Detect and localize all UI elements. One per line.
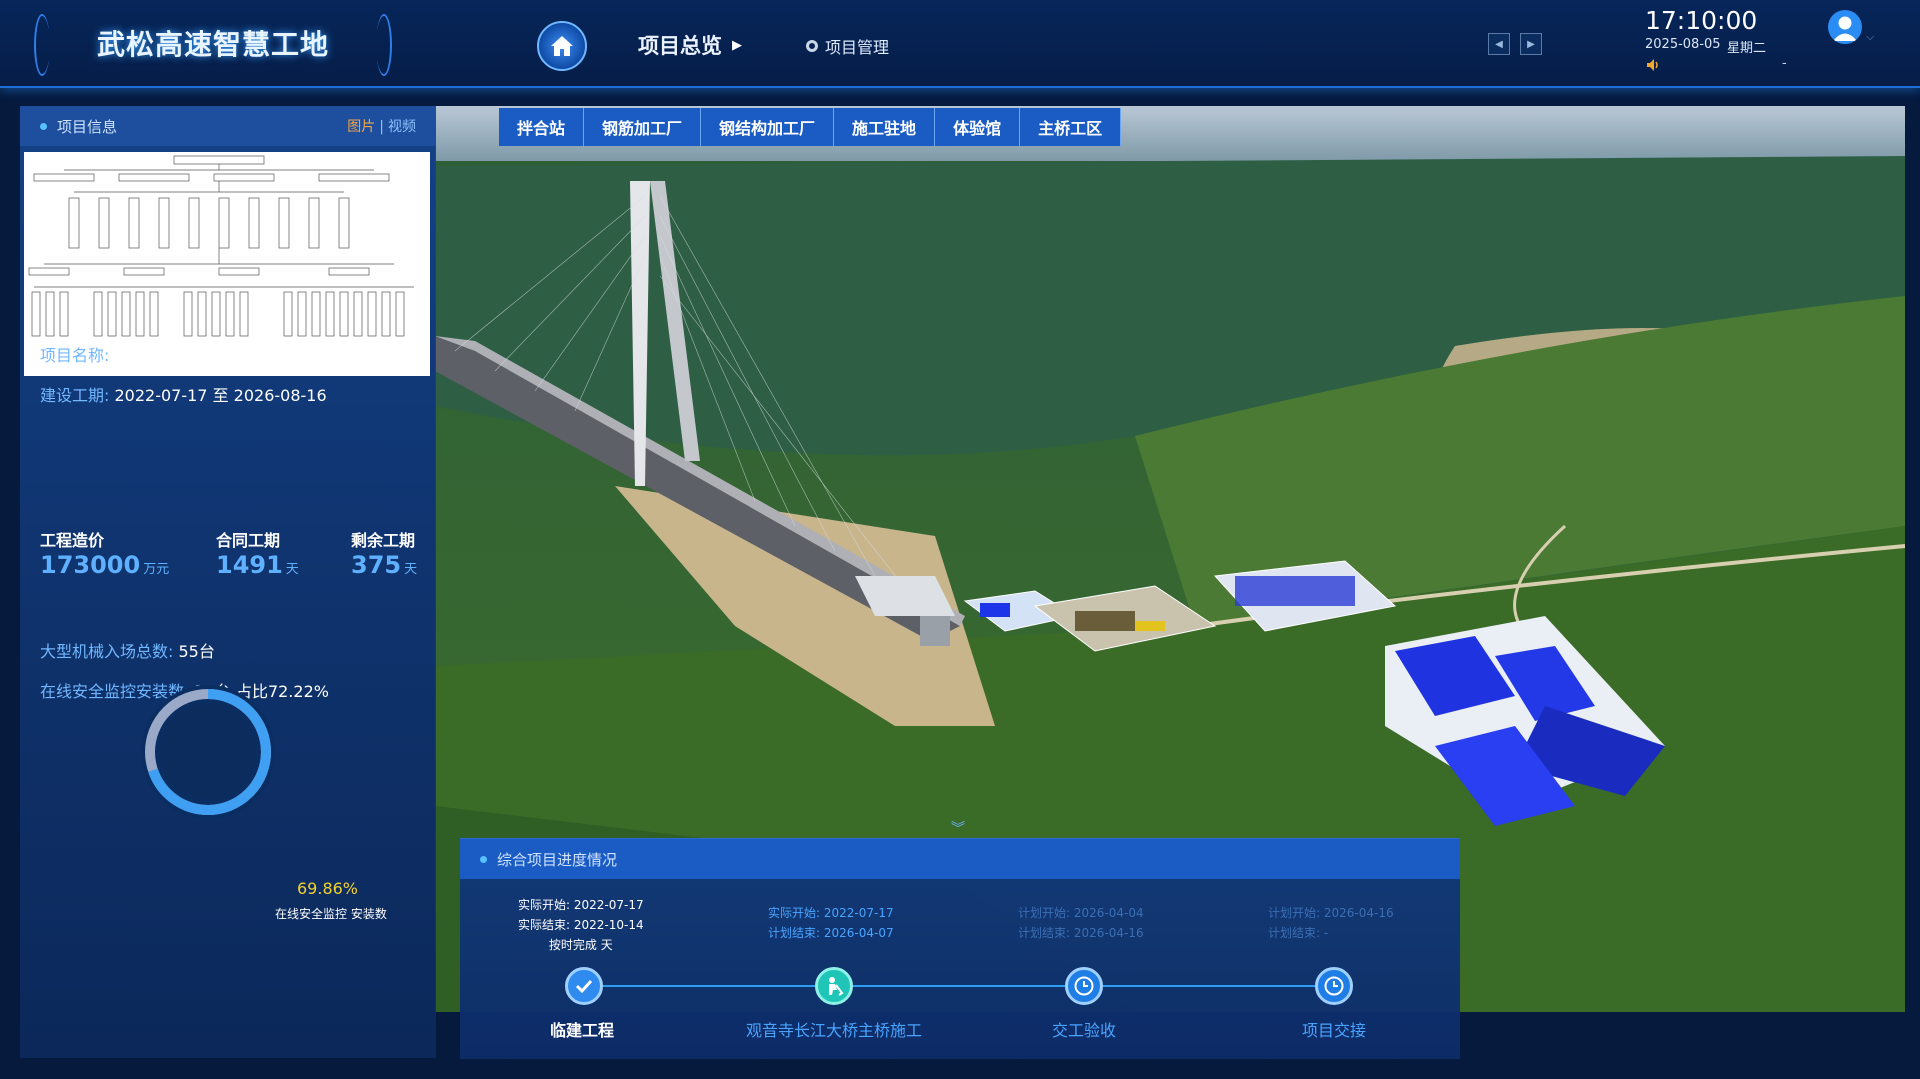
machines-row: 大型机械入场总数: 55台 (40, 638, 215, 662)
clock-weekday: 星期二 (1727, 41, 1767, 56)
stage-1-line-2: 实际结束: 2022-10-14 (518, 918, 644, 932)
stat-project-cost-label: 工程造价 (40, 531, 105, 550)
stage-4-node[interactable] (1315, 967, 1353, 1005)
stage-1-label: 临建工程 (550, 1021, 615, 1040)
stat-project-cost-value: 173000 (40, 551, 141, 579)
area-tabs: 拌合站 钢筋加工厂 钢结构加工厂 施工驻地 体验馆 主桥工区 (499, 108, 1122, 146)
machines-value: 55台 (178, 642, 215, 661)
nav-project-overview[interactable]: 项目总览 ▶ (638, 30, 742, 60)
stage-1-line-3: 按时完成 天 (548, 938, 613, 952)
stat-contract-period-unit: 天 (285, 562, 299, 577)
collapse-chevron-icon[interactable]: ︾ (951, 818, 965, 838)
clock-icon (1324, 976, 1344, 996)
clock-date: 2025-08-05 (1645, 37, 1721, 52)
checkmark-icon (575, 979, 593, 994)
tab-rebar-factory[interactable]: 钢筋加工厂 (584, 108, 702, 146)
stage-4-dates: 计划开始: 2026-04-16 计划结束: - (1268, 903, 1394, 943)
nav-project-overview-label: 项目总览 (638, 34, 722, 58)
project-info-header: 项目信息 图片 | 视频 (20, 106, 436, 146)
tab-construction-camp[interactable]: 施工驻地 (834, 108, 936, 146)
media-image-link[interactable]: 图片 (347, 119, 375, 135)
tab-mixing-station[interactable]: 拌合站 (499, 108, 585, 146)
tab-steel-structure-factory[interactable]: 钢结构加工厂 (701, 108, 835, 146)
stat-project-cost-unit: 万元 (143, 562, 170, 577)
nav-project-manage[interactable]: 项目管理 (806, 34, 889, 58)
stage-1-dates: 实际开始: 2022-07-17 实际结束: 2022-10-14 按时完成 天 (518, 895, 644, 955)
clock-icon (1074, 976, 1094, 996)
bullet-dot-icon (480, 855, 487, 863)
progress-title: 综合项目进度情况 (497, 850, 618, 869)
project-name-row: 项目名称: 武松高速智慧工地 (40, 342, 243, 366)
stat-remaining-period-unit: 天 (404, 562, 418, 577)
nav-project-manage-label: 项目管理 (825, 38, 890, 57)
monitor-donut-chart (141, 685, 275, 819)
stage-4-label: 项目交接 (1302, 1021, 1367, 1040)
top-header: 武松高速智慧工地 项目总览 ▶ 项目管理 ◀ ▶ 17:10:00 2025-0… (0, 0, 1920, 88)
app-title-frame: 武松高速智慧工地 (28, 8, 398, 78)
prev-button[interactable]: ◀ (1488, 33, 1510, 55)
project-period-value: 2022-07-17 至 2026-08-16 (114, 386, 327, 405)
tab-experience-hall[interactable]: 体验馆 (935, 108, 1021, 146)
stat-project-cost: 工程造价 173000 万元 (40, 527, 169, 579)
machines-label: 大型机械入场总数: (40, 642, 174, 661)
stat-remaining-period: 剩余工期 375 天 (351, 527, 417, 579)
stat-contract-period-value: 1491 (216, 551, 283, 579)
stat-remaining-period-value: 375 (351, 551, 402, 579)
user-avatar[interactable] (1828, 10, 1862, 44)
stage-4-line-2: 计划结束: - (1268, 926, 1329, 940)
stage-2-line-2: 计划结束: 2026-04-07 (768, 926, 894, 940)
clock-time: 17:10:00 (1645, 6, 1758, 35)
stage-4-line-1: 计划开始: 2026-04-16 (1268, 906, 1394, 920)
stat-contract-period: 合同工期 1491 天 (216, 527, 299, 579)
worker-digging-icon (829, 977, 844, 996)
stage-2-node[interactable] (815, 967, 853, 1005)
tab-main-bridge-area[interactable]: 主桥工区 (1020, 108, 1122, 146)
chevron-down-icon[interactable]: ⌵ (1866, 30, 1874, 44)
stage-1-line-1: 实际开始: 2022-07-17 (518, 898, 644, 912)
project-name-label: 项目名称: (40, 346, 110, 365)
stage-3-dates: 计划开始: 2026-04-04 计划结束: 2026-04-16 (1018, 903, 1144, 943)
radio-ring-icon (806, 40, 818, 52)
stage-3-line-1: 计划开始: 2026-04-04 (1018, 906, 1144, 920)
stat-remaining-period-label: 剩余工期 (351, 531, 416, 550)
stage-2-dates: 实际开始: 2022-07-17 计划结束: 2026-04-07 (768, 903, 894, 943)
stat-contract-period-label: 合同工期 (216, 531, 281, 550)
bullet-dot-icon (40, 122, 47, 130)
project-period-label: 建设工期: (40, 386, 110, 405)
status-dash: - (1782, 56, 1787, 71)
app-title: 武松高速智慧工地 (96, 28, 329, 61)
progress-header: 综合项目进度情况 (460, 839, 1460, 879)
arrow-right-icon: ▶ (1527, 38, 1535, 50)
media-separator: | (379, 119, 384, 135)
donut-percent: 69.86% (297, 879, 359, 898)
media-video-link[interactable]: 视频 (388, 119, 416, 135)
home-button[interactable] (537, 21, 587, 71)
stage-1-node[interactable] (565, 967, 603, 1005)
project-period-row: 建设工期: 2022-07-17 至 2026-08-16 (40, 382, 327, 406)
project-name-value: 武松高速智慧工地 (114, 346, 243, 365)
user-icon (1833, 16, 1857, 41)
stage-3-line-2: 计划结束: 2026-04-16 (1018, 926, 1144, 940)
speaker-icon[interactable] (1646, 58, 1662, 72)
caret-right-icon: ▶ (732, 37, 742, 53)
progress-panel: 综合项目进度情况 实际开始: 2022-07-17 实际结束: 2022-10-… (460, 838, 1460, 1059)
stage-2-line-1: 实际开始: 2022-07-17 (768, 906, 894, 920)
stage-2-label: 观音寺长江大桥主桥施工 (746, 1021, 923, 1040)
stage-3-node[interactable] (1065, 967, 1103, 1005)
next-button[interactable]: ▶ (1520, 33, 1542, 55)
home-icon (551, 36, 573, 56)
project-info-title: 项目信息 (57, 117, 118, 136)
donut-label: 在线安全监控 安装数 (275, 907, 387, 921)
progress-timeline (584, 985, 1336, 987)
arrow-left-icon: ◀ (1495, 38, 1503, 50)
media-switch: 图片 | 视频 (347, 116, 416, 136)
stage-3-label: 交工验收 (1052, 1021, 1117, 1040)
